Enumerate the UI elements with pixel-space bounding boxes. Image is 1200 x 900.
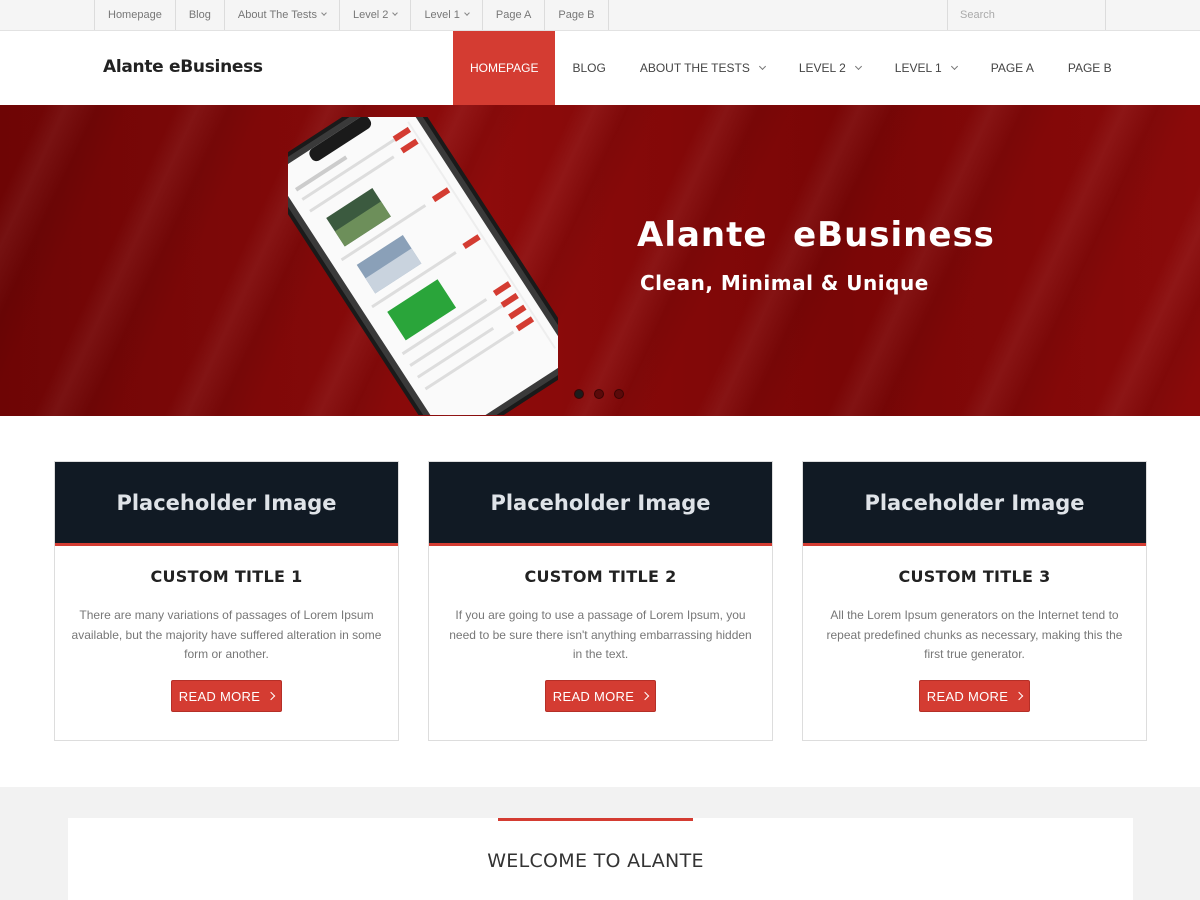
welcome-title: WELCOME TO ALANTE xyxy=(487,850,704,872)
top-nav-item-about-the-tests[interactable]: About The Tests xyxy=(225,0,340,30)
top-nav-label: Level 2 xyxy=(352,9,389,21)
top-nav-item-page-b[interactable]: Page B xyxy=(545,0,609,30)
nav-label: Homepage xyxy=(470,61,539,75)
top-nav: Homepage Blog About The Tests Level 2 Le… xyxy=(94,0,609,30)
card-title: CUSTOM TITLE 1 xyxy=(150,567,303,586)
read-more-button[interactable]: READ MORE xyxy=(545,680,656,712)
card-text: There are many variations of passages of… xyxy=(71,608,382,661)
hero-title: Alante eBusiness xyxy=(637,215,995,255)
nav-item-page-b[interactable]: Page B xyxy=(1051,31,1129,105)
feature-card-1: Placeholder Image CUSTOM TITLE 1 There a… xyxy=(54,461,399,741)
top-nav-item-homepage[interactable]: Homepage xyxy=(95,0,176,30)
button-label: READ MORE xyxy=(552,688,635,704)
search-input[interactable] xyxy=(948,0,1105,30)
top-nav-label: Homepage xyxy=(108,9,162,21)
top-nav-item-level-2[interactable]: Level 2 xyxy=(340,0,412,30)
site-header: Alante eBusiness Homepage Blog About The… xyxy=(0,31,1200,105)
top-nav-label: Blog xyxy=(188,9,211,21)
chevron-right-icon xyxy=(1014,691,1024,701)
nav-item-homepage[interactable]: Homepage xyxy=(453,31,556,105)
placeholder-image: Placeholder Image xyxy=(429,462,772,546)
site-logo[interactable]: Alante eBusiness xyxy=(103,57,263,77)
button-label: READ MORE xyxy=(926,688,1009,704)
nav-item-about-the-tests[interactable]: About The Tests xyxy=(623,31,782,105)
placeholder-label: Placeholder Image xyxy=(864,490,1085,515)
top-nav-item-blog[interactable]: Blog xyxy=(176,0,225,30)
nav-label: Level 2 xyxy=(798,61,846,75)
smartphone-image xyxy=(288,117,558,415)
nav-label: About The Tests xyxy=(639,61,750,75)
main-nav: Homepage Blog About The Tests Level 2 Le… xyxy=(453,31,1129,105)
feature-card-3: Placeholder Image CUSTOM TITLE 3 All the… xyxy=(802,461,1147,741)
nav-label: Blog xyxy=(572,61,606,75)
chevron-right-icon xyxy=(640,691,650,701)
read-more-button[interactable]: READ MORE xyxy=(919,680,1030,712)
chevron-down-icon xyxy=(950,62,958,70)
chevron-down-icon xyxy=(854,62,862,70)
chevron-down-icon xyxy=(758,62,766,70)
card-title: CUSTOM TITLE 3 xyxy=(898,567,1051,586)
top-nav-item-level-1[interactable]: Level 1 xyxy=(411,0,483,30)
read-more-button[interactable]: READ MORE xyxy=(171,680,282,712)
slider-dot-1[interactable] xyxy=(574,389,584,399)
nav-item-level-2[interactable]: Level 2 xyxy=(782,31,878,105)
nav-label: Page B xyxy=(1067,61,1112,75)
top-nav-label: Level 1 xyxy=(424,9,460,21)
nav-label: Page A xyxy=(990,61,1034,75)
card-title: CUSTOM TITLE 2 xyxy=(524,567,677,586)
top-bar: Homepage Blog About The Tests Level 2 Le… xyxy=(0,0,1200,31)
placeholder-label: Placeholder Image xyxy=(116,490,337,515)
card-text: If you are going to use a passage of Lor… xyxy=(449,608,752,661)
placeholder-image: Placeholder Image xyxy=(55,462,398,546)
feature-card-2: Placeholder Image CUSTOM TITLE 2 If you … xyxy=(428,461,773,741)
top-nav-label: Page B xyxy=(558,9,595,21)
top-nav-label: About The Tests xyxy=(237,9,317,21)
nav-item-blog[interactable]: Blog xyxy=(555,31,622,105)
slider-dot-2[interactable] xyxy=(594,389,604,399)
chevron-right-icon xyxy=(266,691,276,701)
card-text: All the Lorem Ipsum generators on the In… xyxy=(826,608,1123,661)
chevron-down-icon xyxy=(321,10,327,16)
placeholder-image: Placeholder Image xyxy=(803,462,1146,546)
welcome-box: WELCOME TO ALANTE xyxy=(68,818,1133,900)
nav-label: Level 1 xyxy=(894,61,942,75)
accent-divider xyxy=(498,818,693,821)
chevron-down-icon xyxy=(392,10,399,16)
slider-pagination xyxy=(574,389,624,399)
button-label: READ MORE xyxy=(178,688,261,704)
top-nav-label: Page A xyxy=(495,9,532,21)
hero-slider: Alante eBusiness Clean, Minimal & Unique xyxy=(0,105,1200,416)
nav-item-page-a[interactable]: Page A xyxy=(974,31,1051,105)
chevron-down-icon xyxy=(464,10,470,16)
top-nav-item-page-a[interactable]: Page A xyxy=(483,0,546,30)
nav-item-level-1[interactable]: Level 1 xyxy=(878,31,974,105)
slider-dot-3[interactable] xyxy=(614,389,624,399)
hero-subtitle: Clean, Minimal & Unique xyxy=(640,271,929,295)
search-box xyxy=(947,0,1106,30)
placeholder-label: Placeholder Image xyxy=(490,490,711,515)
